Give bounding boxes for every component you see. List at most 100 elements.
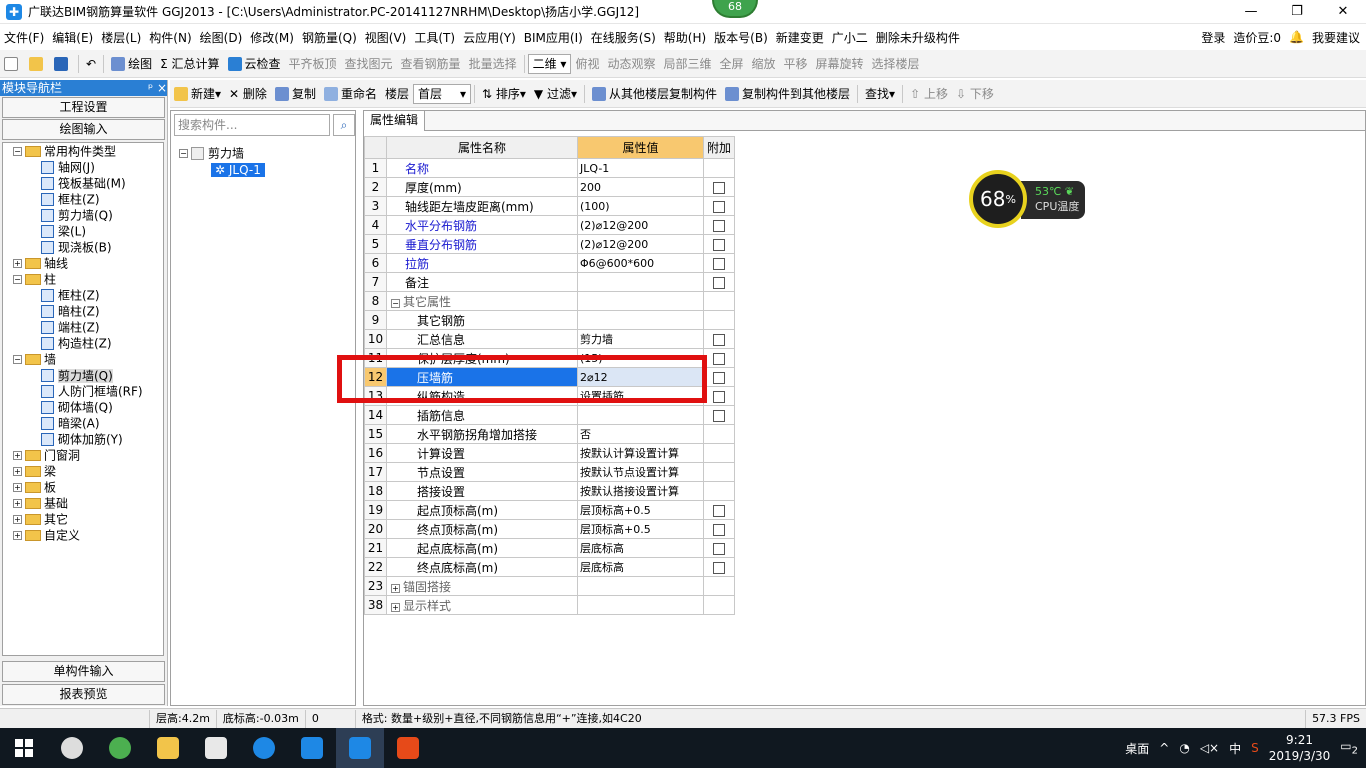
menu-rebar-qty[interactable]: 钢筋量(Q)	[298, 29, 361, 46]
copy-from-other-floor-button[interactable]: 从其他楼层复制构件	[588, 83, 721, 105]
bell-icon[interactable]: 🔔	[1289, 30, 1304, 44]
clock[interactable]: 9:21 2019/3/30	[1269, 732, 1331, 764]
menu-bim[interactable]: BIM应用(I)	[520, 29, 587, 46]
ggj-app-icon[interactable]	[336, 728, 384, 768]
project-settings-button[interactable]: 工程设置	[2, 97, 165, 118]
add-checkbox[interactable]	[713, 542, 725, 555]
menu-view[interactable]: 视图(V)	[361, 29, 411, 46]
screen-rotate-button[interactable]: 屏幕旋转	[812, 53, 868, 75]
nav-tree-item[interactable]: 筏板基础(M)	[3, 175, 163, 191]
nav-tree-item[interactable]: + 轴线	[3, 255, 163, 271]
nav-tree-item[interactable]: 框柱(Z)	[3, 191, 163, 207]
property-row[interactable]: 9 其它钢筋	[364, 310, 735, 330]
nav-tree-item[interactable]: 梁(L)	[3, 223, 163, 239]
pan-button[interactable]: 平移	[780, 53, 812, 75]
new-file-icon[interactable]	[0, 53, 25, 75]
nav-tree-item[interactable]: + 自定义	[3, 527, 163, 543]
menu-delete-unupgraded[interactable]: 删除未升级构件	[872, 29, 964, 46]
property-row[interactable]: 38 + 显示样式	[364, 595, 735, 615]
close-button[interactable]: ✕	[1320, 4, 1366, 19]
property-row[interactable]: 20 终点顶标高(m) 层顶标高+0.5	[364, 519, 735, 539]
property-row[interactable]: 23 + 锚固搭接	[364, 576, 735, 596]
property-row[interactable]: 21 起点底标高(m) 层底标高	[364, 538, 735, 558]
nav-tree-item[interactable]: 构造柱(Z)	[3, 335, 163, 351]
nav-tree-item[interactable]: + 梁	[3, 463, 163, 479]
draw-button[interactable]: 绘图	[107, 53, 156, 75]
new-component-button[interactable]: 新建 ▾	[170, 83, 225, 105]
find-element-button[interactable]: 查找图元	[341, 53, 397, 75]
property-row[interactable]: 3 轴线距左墙皮距离(mm) (100)	[364, 196, 735, 216]
mail-icon[interactable]	[192, 728, 240, 768]
single-component-input-button[interactable]: 单构件输入	[2, 661, 165, 682]
taskbar-app-1[interactable]	[48, 728, 96, 768]
property-row[interactable]: 1 名称 JLQ-1	[364, 158, 735, 178]
property-row[interactable]: 22 终点底标高(m) 层底标高	[364, 557, 735, 577]
batch-select-button[interactable]: 批量选择	[465, 53, 521, 75]
fullscreen-button[interactable]: 全屏	[715, 53, 747, 75]
view-rebar-button[interactable]: 查看钢筋量	[397, 53, 465, 75]
network-icon[interactable]: ◔	[1179, 741, 1189, 755]
sort-button[interactable]: ⇅ 排序 ▾	[478, 83, 530, 105]
nav-tree-item[interactable]: 人防门框墙(RF)	[3, 383, 163, 399]
rename-component-button[interactable]: 重命名	[320, 83, 381, 105]
move-down-button[interactable]: ⇩ 下移	[952, 83, 998, 105]
property-row[interactable]: 8− 其它属性	[364, 291, 735, 311]
sogou-tray-icon[interactable]: S	[1251, 741, 1259, 755]
nav-tree-item[interactable]: + 其它	[3, 511, 163, 527]
nav-tree-item[interactable]: 剪力墙(Q)	[3, 207, 163, 223]
menu-edit[interactable]: 编辑(E)	[48, 29, 97, 46]
volume-icon[interactable]: ◁×	[1200, 741, 1219, 755]
local-3d-button[interactable]: 局部三维	[659, 53, 715, 75]
cpu-temp-widget[interactable]: 53℃ ❦ CPU温度 68%	[969, 170, 1087, 228]
restore-button[interactable]: ❐	[1274, 4, 1320, 19]
property-row[interactable]: 5 垂直分布钢筋 (2)⌀12@200	[364, 234, 735, 254]
nav-tree-item[interactable]: − 常用构件类型	[3, 143, 163, 159]
menu-guangxiaoer[interactable]: 广小二	[828, 29, 872, 46]
menu-file[interactable]: 文件(F)	[0, 29, 48, 46]
notification-icon[interactable]: ▭2	[1340, 739, 1358, 756]
cloud-check-button[interactable]: 云检查	[224, 53, 285, 75]
copy-component-button[interactable]: 复制	[271, 83, 320, 105]
start-button[interactable]	[0, 728, 48, 768]
add-checkbox[interactable]	[713, 181, 725, 194]
nav-tree-item[interactable]: 框柱(Z)	[3, 287, 163, 303]
add-checkbox[interactable]	[713, 200, 725, 213]
top-view-button[interactable]: 俯视	[571, 53, 603, 75]
nav-pin-icon[interactable]: ᵖ ×	[148, 80, 167, 96]
filter-button[interactable]: ▼ 过滤 ▾	[530, 83, 581, 105]
zoom-button[interactable]: 缩放	[748, 53, 780, 75]
nav-tree-item[interactable]: − 墙	[3, 351, 163, 367]
move-up-button[interactable]: ⇧ 上移	[906, 83, 952, 105]
add-checkbox[interactable]	[713, 561, 725, 574]
add-checkbox[interactable]	[713, 390, 725, 403]
menu-online[interactable]: 在线服务(S)	[587, 29, 660, 46]
nav-tree-item[interactable]: 暗柱(Z)	[3, 303, 163, 319]
property-row[interactable]: 2 厚度(mm) 200	[364, 177, 735, 197]
menu-draw[interactable]: 绘图(D)	[196, 29, 247, 46]
property-row[interactable]: 14 插筋信息	[364, 405, 735, 425]
select-floor-button[interactable]: 选择楼层	[868, 53, 924, 75]
nav-tree-item[interactable]: 轴网(J)	[3, 159, 163, 175]
sum-calc-button[interactable]: Σ 汇总计算	[156, 53, 223, 75]
nav-tree-item[interactable]: 砌体墙(Q)	[3, 399, 163, 415]
add-checkbox[interactable]	[713, 352, 725, 365]
add-checkbox[interactable]	[713, 219, 725, 232]
nav-tree-item[interactable]: 暗梁(A)	[3, 415, 163, 431]
property-row[interactable]: 18 搭接设置 按默认搭接设置计算	[364, 481, 735, 501]
flat-slab-button[interactable]: 平齐板顶	[285, 53, 341, 75]
add-checkbox[interactable]	[713, 257, 725, 270]
login-button[interactable]: 登录	[1201, 29, 1225, 46]
tray-chevron-icon[interactable]: ^	[1159, 741, 1169, 755]
menu-modify[interactable]: 修改(M)	[246, 29, 298, 46]
minimize-button[interactable]: —	[1228, 4, 1274, 19]
ime-indicator[interactable]: 中	[1229, 740, 1241, 757]
add-checkbox[interactable]	[713, 333, 725, 346]
add-checkbox[interactable]	[713, 409, 725, 422]
dynamic-observe-button[interactable]: 动态观察	[603, 53, 659, 75]
find-button[interactable]: 查找 ▾	[861, 83, 899, 105]
menu-new-change[interactable]: 新建变更	[772, 29, 828, 46]
desktop-label[interactable]: 桌面	[1125, 740, 1149, 757]
add-checkbox[interactable]	[713, 523, 725, 536]
property-row[interactable]: 19 起点顶标高(m) 层顶标高+0.5	[364, 500, 735, 520]
suggest-button[interactable]: 我要建议	[1312, 29, 1360, 46]
